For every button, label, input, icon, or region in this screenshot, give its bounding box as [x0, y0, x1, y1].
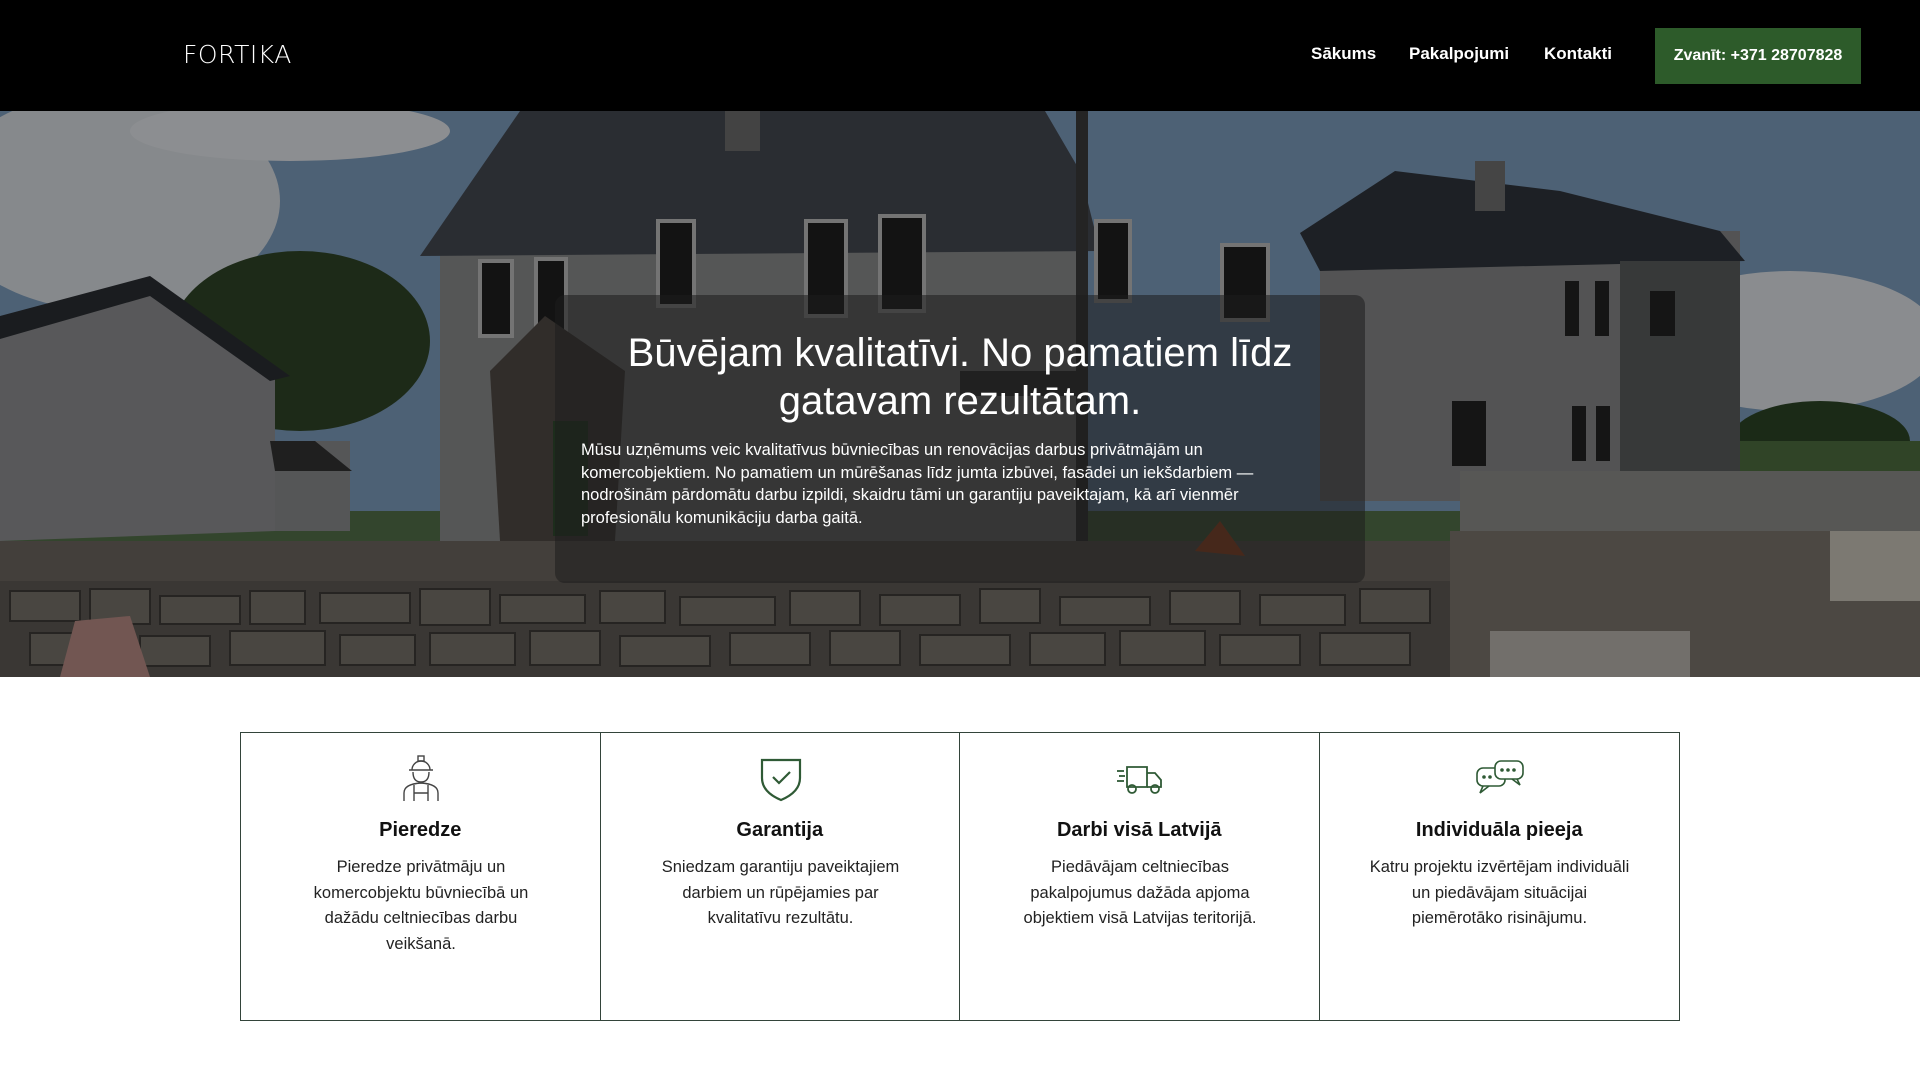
nav-link-home[interactable]: Sākums [1311, 44, 1376, 64]
hero-title: Būvējam kvalitatīvi. No pamatiem līdz ga… [627, 331, 1293, 423]
feature-text: Katru projektu izvērtējam individuāli un… [1369, 858, 1630, 927]
feature-card-latvia: Darbi visā Latvijā Piedāvājam celtniecīb… [960, 733, 1320, 1020]
worker-icon [403, 755, 439, 801]
shield-check-icon [760, 758, 801, 802]
truck-icon [1117, 766, 1162, 794]
feature-text: Sniedzam garantiju paveiktajiem darbiem … [661, 858, 900, 927]
call-button[interactable]: Zvanīt: +371 28707828 [1655, 28, 1861, 84]
site-header: FORTIKA Sākums Pakalpojumi Kontakti Zvan… [0, 0, 1920, 111]
feature-card-individual: Individuāla pieeja Katru projektu izvērt… [1320, 733, 1680, 1020]
nav-link-contacts[interactable]: Kontakti [1544, 44, 1612, 64]
chat-icon [1475, 760, 1524, 794]
features-grid: Pieredze Pieredze privātmāju un komercob… [240, 732, 1680, 1021]
feature-title: Pieredze [379, 819, 462, 841]
nav-link-services[interactable]: Pakalpojumi [1409, 44, 1509, 64]
logo[interactable]: FORTIKA [183, 40, 292, 69]
hero-section: Būvējam kvalitatīvi. No pamatiem līdz ga… [0, 111, 1920, 677]
feature-card-experience: Pieredze Pieredze privātmāju un komercob… [241, 733, 601, 1020]
feature-title: Darbi visā Latvijā [1056, 819, 1222, 841]
feature-title: Individuāla pieeja [1415, 819, 1583, 841]
feature-card-warranty: Garantija Sniedzam garantiju paveiktajie… [601, 733, 960, 1020]
feature-text: Piedāvājam celtniecības pakalpojumus daž… [1023, 858, 1257, 927]
feature-text: Pieredze privātmāju un komercobjektu būv… [313, 858, 529, 953]
feature-title: Garantija [736, 819, 824, 841]
hero-description: Mūsu uzņēmums veic kvalitatīvus būvniecī… [581, 441, 1254, 527]
